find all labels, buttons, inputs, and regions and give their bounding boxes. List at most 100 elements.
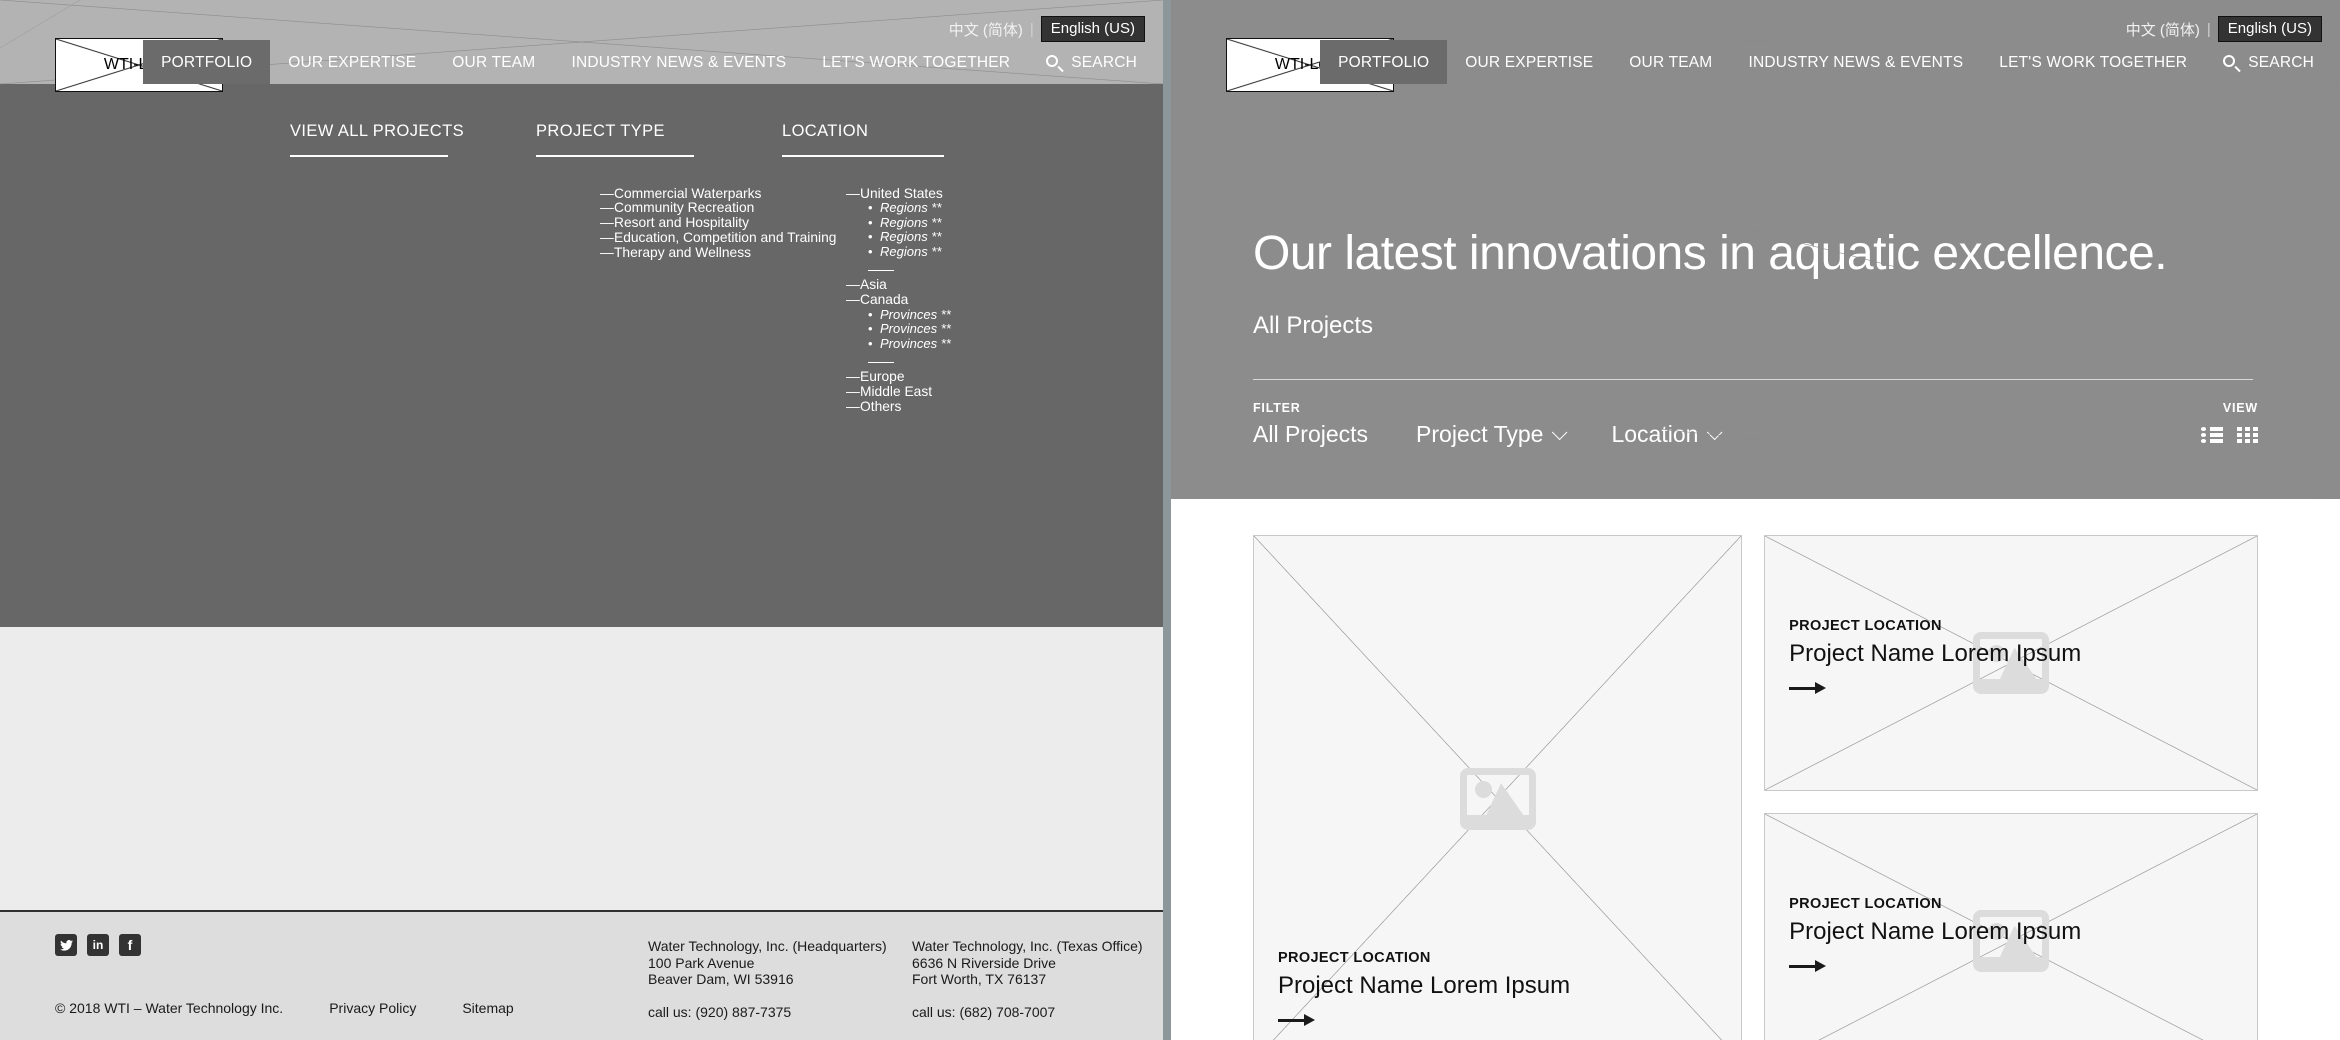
mega-heading-view-all-projects[interactable]: VIEW ALL PROJECTS [290, 122, 536, 155]
language-selector[interactable]: 中文 (简体) | English (US) [2126, 16, 2322, 42]
location-group-label: Canada [860, 292, 909, 308]
nav-item-lets-work-together[interactable]: LET'S WORK TOGETHER [804, 44, 1028, 84]
location-group-label: Asia [860, 277, 887, 293]
arrow-right-icon[interactable] [1789, 682, 1829, 695]
language-chinese[interactable]: 中文 (简体) [949, 19, 1023, 40]
office-phone[interactable]: call us: (682) 708-7007 [912, 1004, 1143, 1021]
location-subitem[interactable]: • Regions ** [868, 229, 1082, 245]
project-card-text: PROJECT LOCATION Project Name Lorem Ipsu… [1789, 618, 2081, 695]
location-divider [868, 270, 894, 272]
nav-item-our-team[interactable]: OUR TEAM [434, 44, 553, 84]
project-type-item[interactable]: —Community Recreation [600, 200, 782, 215]
hero-subtitle: All Projects [1253, 312, 1374, 339]
location-subitem[interactable]: • Provinces ** [868, 321, 1082, 337]
view-label: VIEW [2222, 401, 2258, 415]
nav-item-our-team[interactable]: OUR TEAM [1611, 44, 1730, 84]
language-english-selected[interactable]: English (US) [2217, 16, 2322, 42]
list-view-icon[interactable] [2201, 427, 2223, 443]
filter-location-label: Location [1611, 421, 1699, 447]
mega-rule-3 [782, 155, 944, 157]
filter-project-type-dropdown[interactable]: Project Type [1416, 421, 1568, 448]
projects-column-right: PROJECT LOCATION Project Name Lorem Ipsu… [1764, 535, 2258, 1040]
hero-title: Our latest innovations in aquatic excell… [1253, 227, 2168, 280]
location-group-others[interactable]: —Others [846, 399, 1082, 415]
project-card[interactable]: PROJECT LOCATION Project Name Lorem Ipsu… [1764, 535, 2258, 791]
mega-menu-panel: VIEW ALL PROJECTS PROJECT TYPE —Commerci… [0, 84, 1163, 627]
office-name: Water Technology, Inc. (Headquarters) [648, 938, 887, 954]
nav-item-search[interactable]: SEARCH [2205, 44, 2320, 84]
nav-item-portfolio[interactable]: PORTFOLIO [143, 40, 271, 84]
filter-toolbar: FILTER All Projects Project Type Locatio… [1171, 379, 2340, 499]
office-texas: Water Technology, Inc. (Texas Office) 66… [912, 938, 1143, 1020]
view-mode-toggle [2201, 427, 2258, 443]
nav-item-portfolio[interactable]: PORTFOLIO [1320, 40, 1448, 84]
linkedin-glyph: in [92, 938, 104, 952]
mega-column-location: LOCATION —United States • Regions ** • Reg… [782, 122, 1082, 415]
location-subitem[interactable]: • Provinces ** [868, 307, 1082, 322]
location-divider [868, 362, 894, 364]
grid-view-icon[interactable] [2237, 427, 2258, 443]
location-subitem[interactable]: • Regions ** [868, 244, 1082, 259]
location-subitem-label: Regions ** [880, 229, 942, 245]
project-card-text: PROJECT LOCATION Project Name Lorem Ipsu… [1789, 896, 2081, 973]
location-group-canada[interactable]: —Canada [846, 292, 1082, 308]
location-group-label: Others [860, 399, 902, 415]
linkedin-icon[interactable]: in [87, 934, 109, 956]
project-card[interactable]: PROJECT LOCATION Project Name Lorem Ipsu… [1253, 535, 1743, 1040]
nav-item-our-expertise[interactable]: OUR EXPERTISE [270, 44, 434, 84]
language-selector[interactable]: 中文 (简体) | English (US) [949, 16, 1145, 42]
office-phone[interactable]: call us: (920) 887-7375 [648, 1004, 887, 1021]
project-card[interactable]: PROJECT LOCATION Project Name Lorem Ipsu… [1764, 813, 2258, 1040]
project-type-item[interactable]: —Commercial Waterparks [600, 185, 782, 201]
filter-location-dropdown[interactable]: Location [1611, 421, 1723, 448]
arrow-right-icon[interactable] [1789, 960, 1829, 973]
office-street: 6636 N Riverside Drive [912, 954, 1056, 971]
location-sublist-us: • Regions ** • Regions ** • Regions ** • Reg… [846, 200, 1082, 259]
nav-item-industry-news-events[interactable]: INDUSTRY NEWS & EVENTS [1730, 44, 1981, 84]
office-street: 100 Park Avenue [648, 954, 755, 971]
footer-social-links: in f [55, 934, 141, 956]
mega-rule-2 [536, 155, 694, 157]
project-type-item[interactable]: —Resort and Hospitality [600, 215, 782, 230]
language-chinese[interactable]: 中文 (简体) [2126, 19, 2200, 40]
filter-all-projects[interactable]: All Projects [1253, 421, 1368, 448]
project-type-item[interactable]: —Therapy and Wellness [600, 245, 782, 261]
location-subitem[interactable]: • Regions ** [868, 200, 1082, 215]
project-location: PROJECT LOCATION [1789, 618, 1942, 634]
mega-rule-1 [290, 155, 448, 157]
location-group-europe[interactable]: —Europe [846, 370, 1082, 385]
office-name: Water Technology, Inc. (Texas Office) [912, 938, 1143, 954]
location-list: —United States • Regions ** • Regions ** •… [782, 186, 1082, 415]
arrow-right-icon[interactable] [1278, 1014, 1318, 1027]
right-header-bar: 中文 (简体) | English (US) WTI-Logo PORTFOLI… [1171, 0, 2340, 92]
location-group-united-states[interactable]: —United States [846, 186, 1082, 201]
project-type-label: Commercial Waterparks [614, 185, 762, 201]
right-panel-portfolio-page: 中文 (简体) | English (US) WTI-Logo PORTFOLI… [1171, 0, 2340, 1040]
screenshot-stage: 中文 (简体) | English (US) WTI-Logo PORTFOLI… [0, 0, 2340, 1040]
sitemap-link[interactable]: Sitemap [462, 1000, 513, 1016]
location-subitem[interactable]: • Regions ** [868, 215, 1082, 230]
projects-grid: PROJECT LOCATION Project Name Lorem Ipsu… [1171, 499, 2340, 1040]
location-subitem-label: Provinces ** [880, 321, 951, 337]
left-header-bar: 中文 (简体) | English (US) WTI-Logo PORTFOLI… [0, 0, 1163, 92]
project-name: Project Name Lorem Ipsum [1789, 918, 2082, 945]
location-group-middle-east[interactable]: —Middle East [846, 384, 1082, 399]
nav-item-industry-news-events[interactable]: INDUSTRY NEWS & EVENTS [553, 44, 804, 84]
nav-item-our-expertise[interactable]: OUR EXPERTISE [1447, 44, 1611, 84]
location-group-asia[interactable]: —Asia [846, 277, 1082, 293]
main-navigation: PORTFOLIO OUR EXPERTISE OUR TEAM INDUSTR… [1320, 40, 2320, 84]
location-subitem[interactable]: • Provinces ** [868, 336, 1082, 351]
filter-all-projects-label: All Projects [1253, 421, 1369, 447]
project-type-item[interactable]: —Education, Competition and Training [600, 230, 836, 245]
nav-item-search[interactable]: SEARCH [1028, 44, 1143, 84]
language-english-selected[interactable]: English (US) [1040, 16, 1145, 42]
image-placeholder-icon [1459, 767, 1536, 830]
project-name: Project Name Lorem Ipsum [1789, 640, 2082, 667]
site-footer: in f Water Technology, Inc. (Headquarter… [0, 912, 1163, 1040]
nav-item-lets-work-together[interactable]: LET'S WORK TOGETHER [1981, 44, 2205, 84]
project-type-label: Therapy and Wellness [614, 245, 752, 261]
privacy-policy-link[interactable]: Privacy Policy [329, 1000, 416, 1016]
facebook-icon[interactable]: f [119, 934, 141, 956]
twitter-icon[interactable] [55, 934, 77, 956]
main-navigation: PORTFOLIO OUR EXPERTISE OUR TEAM INDUSTR… [143, 40, 1143, 84]
